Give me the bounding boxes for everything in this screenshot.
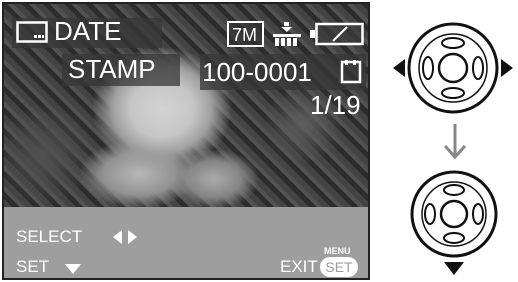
picture-size-label: 7M bbox=[232, 25, 258, 45]
dial-press-left-right bbox=[390, 15, 516, 121]
set-label: SET bbox=[16, 257, 50, 276]
battery-icon bbox=[309, 22, 365, 46]
down-arrow-icon bbox=[64, 263, 82, 275]
menu-label: MENU bbox=[324, 246, 351, 256]
camera-lcd-screen: DATE STAMP 7M 100-0001 1/19 SELECT SET E… bbox=[2, 2, 370, 280]
quality-icon bbox=[272, 21, 302, 47]
select-label: SELECT bbox=[16, 227, 83, 246]
down-flow-arrow-icon bbox=[442, 122, 468, 160]
mode-title-line2: STAMP bbox=[68, 54, 156, 84]
set-badge-label: SET bbox=[325, 259, 353, 275]
picture-size-badge: 7M bbox=[227, 21, 264, 47]
memory-card-icon bbox=[340, 60, 362, 84]
date-stamp-mode-icon bbox=[16, 21, 48, 43]
file-number: 100-0001 bbox=[202, 57, 312, 87]
exit-label: EXIT bbox=[280, 257, 318, 276]
dial-press-down bbox=[404, 170, 504, 278]
image-counter: 1/19 bbox=[310, 90, 361, 120]
guide-bar: SELECT SET EXIT MENU SET bbox=[4, 207, 368, 278]
menu-set-button-icon: SET bbox=[320, 257, 358, 277]
mode-title-line1: DATE bbox=[54, 16, 122, 46]
left-right-arrows-icon bbox=[112, 229, 138, 245]
